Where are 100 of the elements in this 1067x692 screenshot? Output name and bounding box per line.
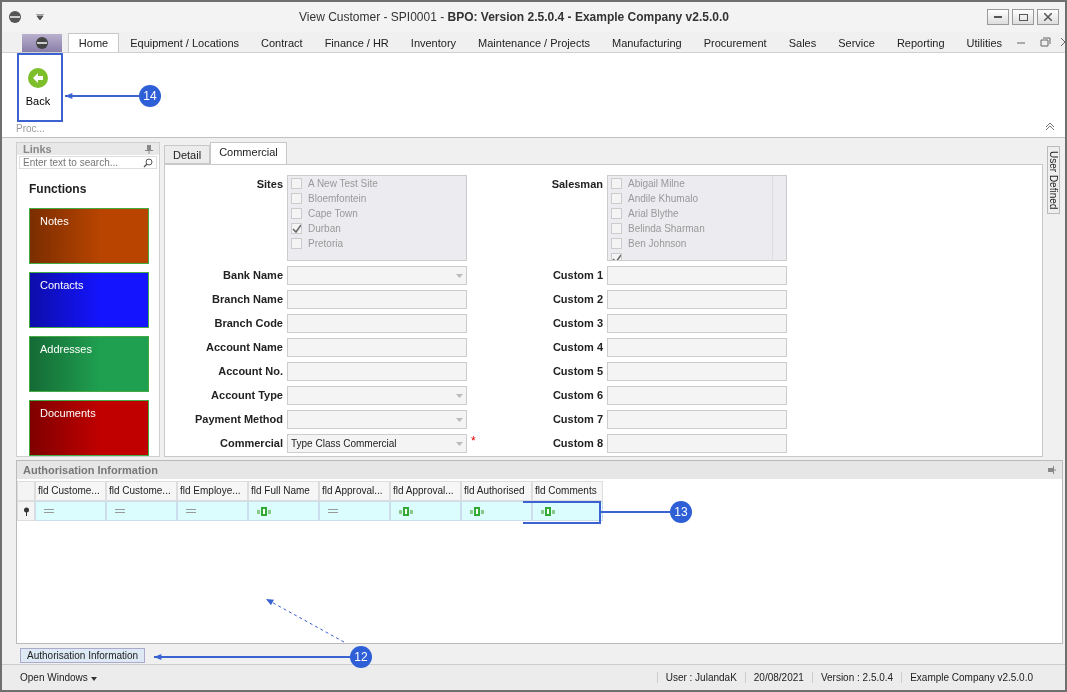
close-icon xyxy=(1044,13,1052,21)
equals-icon xyxy=(44,509,54,513)
field-label: Custom 7 xyxy=(551,412,603,427)
dropdown-arrow-icon xyxy=(456,441,463,446)
checkbox[interactable] xyxy=(291,223,302,234)
panel-title: Authorisation Information xyxy=(23,464,159,476)
ribbon-tab[interactable]: Manufacturing xyxy=(600,33,693,52)
text-field[interactable] xyxy=(287,338,467,357)
text-field[interactable] xyxy=(607,338,787,357)
dropdown-field[interactable] xyxy=(287,386,467,405)
text-field[interactable] xyxy=(607,314,787,333)
text-field[interactable] xyxy=(287,314,467,333)
dropdown-field[interactable] xyxy=(287,266,467,285)
column-header[interactable]: fld Authorised xyxy=(461,481,532,501)
caret-icon xyxy=(90,677,97,681)
highlight-frame xyxy=(17,53,63,122)
dropdown-arrow-icon xyxy=(456,393,463,398)
function-tile[interactable]: Documents xyxy=(29,400,149,456)
ribbon-tab[interactable]: Equipment / Locations xyxy=(119,33,251,52)
maximize-icon xyxy=(1018,13,1028,21)
field-label: Custom 2 xyxy=(551,292,603,307)
back-button[interactable]: Back xyxy=(16,55,60,119)
grid-cell[interactable] xyxy=(390,501,461,521)
column-header[interactable]: fld Approval... xyxy=(319,481,390,501)
form-tab[interactable]: Commercial xyxy=(210,142,287,164)
check-icon xyxy=(612,253,621,260)
open-windows-menu[interactable]: Open Windows xyxy=(20,672,97,683)
ribbon-tab[interactable]: Utilities xyxy=(955,33,1014,52)
text-field[interactable] xyxy=(287,362,467,381)
form-tab[interactable]: Detail xyxy=(164,145,211,164)
grid-cell[interactable] xyxy=(35,501,106,521)
search-field[interactable]: Enter text to search... xyxy=(19,156,157,169)
column-header[interactable]: fld Custome... xyxy=(35,481,106,501)
collapse-ribbon-icon[interactable] xyxy=(1045,123,1055,131)
ribbon-tab[interactable]: Service xyxy=(827,33,886,52)
equals-icon xyxy=(328,509,338,513)
pin-icon[interactable] xyxy=(145,144,153,154)
grid-cell[interactable] xyxy=(177,501,248,521)
ribbon-tab[interactable]: Maintenance / Projects xyxy=(467,33,601,52)
function-tile[interactable]: Notes xyxy=(29,208,149,264)
window-title: View Customer - SPI0001 - BPO: Version 2.5.0.4 - Example Company v2.5.0.0 xyxy=(298,10,730,24)
dropdown-arrow-icon xyxy=(456,273,463,278)
function-tile[interactable]: Contacts xyxy=(29,272,149,328)
status-item: 20/08/2021 xyxy=(744,672,812,683)
column-header[interactable]: fld Custome... xyxy=(106,481,177,501)
function-tile[interactable]: Addresses xyxy=(29,336,149,392)
side-tab[interactable]: User Defined xyxy=(1047,146,1060,215)
equals-icon xyxy=(186,509,196,513)
ribbon-tab[interactable]: Home xyxy=(67,33,120,52)
minimize-button[interactable] xyxy=(987,9,1009,25)
pin-icon[interactable] xyxy=(1048,465,1056,475)
leader-line xyxy=(599,511,671,513)
panel-title: Links xyxy=(23,143,52,155)
panel-tab[interactable]: Authorisation Information xyxy=(20,648,146,663)
text-field[interactable] xyxy=(287,290,467,309)
text-type-icon xyxy=(541,506,555,516)
status-item: Version : 2.5.0.4 xyxy=(811,672,902,683)
text-field[interactable] xyxy=(607,386,787,405)
text-field[interactable] xyxy=(607,266,787,285)
ribbon-tab[interactable]: Finance / HR xyxy=(313,33,400,52)
close-button[interactable] xyxy=(1037,9,1059,25)
column-header[interactable]: fld Full Name xyxy=(248,481,319,501)
column-header[interactable]: fld Comments xyxy=(532,481,603,501)
equals-icon xyxy=(115,509,125,513)
grid-cell[interactable] xyxy=(319,501,390,521)
grid-cell[interactable] xyxy=(248,501,319,521)
dropdown-field[interactable] xyxy=(287,410,467,429)
field-label: Bank Name xyxy=(222,268,283,283)
section-heading: Functions xyxy=(29,182,88,196)
field-label: Account Name xyxy=(204,340,283,355)
field-label: Custom 3 xyxy=(551,316,603,331)
ribbon-tab[interactable]: Reporting xyxy=(885,33,956,52)
text-field[interactable] xyxy=(607,290,787,309)
column-header[interactable]: fld Approval... xyxy=(390,481,461,501)
required-mark: * xyxy=(471,434,477,450)
ribbon-tab[interactable]: Sales xyxy=(777,33,828,52)
field-label: Account Type xyxy=(210,388,283,403)
text-field[interactable] xyxy=(607,362,787,381)
ribbon-tab[interactable]: Contract xyxy=(250,33,314,52)
dropdown-field[interactable]: Type Class Commercial xyxy=(287,434,467,453)
ribbon-tab[interactable]: Procurement xyxy=(692,33,778,52)
maximize-button[interactable] xyxy=(1012,9,1034,25)
dropdown-arrow-icon xyxy=(456,417,463,422)
field-label: Custom 6 xyxy=(551,388,603,403)
app-logo-icon xyxy=(8,10,22,24)
field-label: Custom 1 xyxy=(551,268,603,283)
text-field[interactable] xyxy=(607,434,787,453)
ribbon-tab[interactable]: Inventory xyxy=(399,33,468,52)
field-label: Payment Method xyxy=(194,412,283,427)
field-label: Sites xyxy=(255,177,283,192)
grid-cell[interactable] xyxy=(461,501,532,521)
status-item: Example Company v2.5.0.0 xyxy=(901,672,1041,683)
callout-number: 12 xyxy=(350,646,372,668)
column-header[interactable]: fld Employe... xyxy=(177,481,248,501)
status-item: User : JulandaK xyxy=(656,672,745,683)
grid-cell[interactable] xyxy=(106,501,177,521)
app-logo-icon xyxy=(33,36,50,50)
text-field[interactable] xyxy=(607,410,787,429)
quick-access-caret-icon[interactable] xyxy=(36,14,44,20)
application-menu-button[interactable] xyxy=(22,34,62,52)
